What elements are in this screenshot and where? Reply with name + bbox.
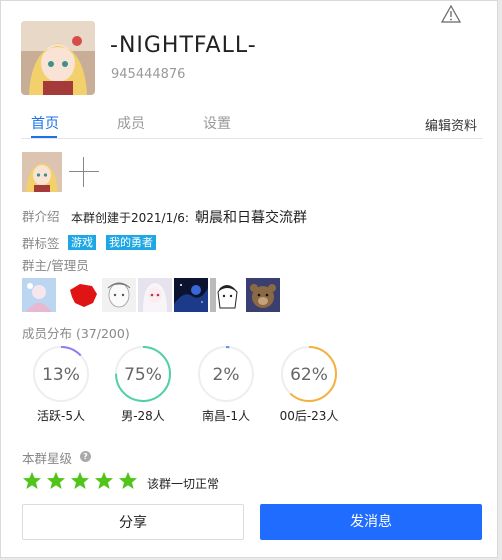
group-profile-window: -NIGHTFALL- 945444876 首页 成员 设置 编辑资料 群介绍 … [0, 0, 498, 558]
distribution-chart-active: 13% [33, 346, 89, 402]
distribution-caption-region: 南昌-1人 [202, 409, 250, 423]
admin-avatar-4[interactable] [174, 278, 208, 312]
tags-label: 群标签 [22, 236, 60, 251]
tab-bar: 首页 成员 设置 编辑资料 [21, 109, 483, 139]
star-icon [95, 472, 113, 489]
star-icon [71, 472, 89, 489]
star-icon [47, 472, 65, 489]
tab-home[interactable]: 首页 [31, 113, 59, 133]
send-message-button[interactable]: 发消息 [260, 504, 482, 540]
group-status-text: 该群一切正常 [147, 477, 220, 491]
distribution-chart-male: 75% [115, 346, 171, 402]
group-avatar[interactable] [21, 21, 95, 95]
share-button[interactable]: 分享 [22, 504, 244, 540]
group-id: 945444876 [111, 67, 186, 82]
add-photo-button[interactable] [67, 155, 101, 189]
tab-settings[interactable]: 设置 [203, 113, 231, 133]
distribution-chart-region: 2% [198, 346, 254, 402]
distribution-chart-age: 62% [281, 346, 337, 402]
distribution-caption-active: 活跃-5人 [37, 409, 85, 423]
intro-text: 朝晨和日暮交流群 [194, 210, 307, 226]
tag-my-hero[interactable]: 我的勇者 [106, 235, 156, 250]
tab-members[interactable]: 成员 [117, 113, 145, 133]
admin-avatar-5[interactable] [210, 278, 244, 312]
admin-avatar-3[interactable] [138, 278, 172, 312]
owner-avatar[interactable] [22, 278, 56, 312]
help-icon[interactable]: ? [80, 451, 91, 462]
group-name: -NIGHTFALL- [110, 33, 257, 58]
admin-avatar-2[interactable] [102, 278, 136, 312]
tag-game[interactable]: 游戏 [68, 235, 96, 250]
star-icon [119, 472, 137, 489]
percent-region: 2% [213, 365, 240, 385]
admin-avatar-6[interactable] [246, 278, 280, 312]
percent-male: 75% [124, 365, 162, 385]
intro-prefix: 本群创建于2021/1/6: [71, 211, 189, 225]
percent-active: 13% [42, 365, 80, 385]
distribution-caption-male: 男-28人 [121, 409, 165, 423]
admin-avatar-1[interactable] [66, 278, 100, 312]
edit-profile-link[interactable]: 编辑资料 [425, 115, 477, 134]
distribution-label: 成员分布 (37/200) [22, 326, 130, 341]
intro-label: 群介绍 [22, 209, 60, 224]
admins-label: 群主/管理员 [22, 258, 89, 273]
percent-age: 62% [290, 365, 328, 385]
group-intro: 本群创建于2021/1/6: 朝晨和日暮交流群 [71, 207, 307, 227]
rating-label: 本群星级 [22, 451, 73, 466]
star-icon [23, 472, 41, 489]
group-photo-thumbnail[interactable] [22, 152, 62, 192]
active-tab-indicator [31, 136, 57, 138]
distribution-caption-age: 00后-23人 [279, 409, 339, 423]
warning-icon[interactable] [441, 5, 461, 23]
